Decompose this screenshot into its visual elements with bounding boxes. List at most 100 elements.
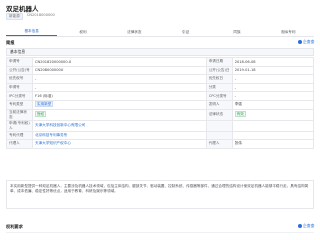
field-value-text: 李强 bbox=[234, 102, 242, 107]
field-label: 优先权日 bbox=[205, 74, 233, 84]
field-label: IPC分类号 bbox=[6, 91, 33, 101]
field-value: 实用新型 bbox=[32, 99, 207, 110]
field-label: 申请号 bbox=[6, 57, 33, 67]
field-label-text: 代理人 bbox=[9, 141, 20, 146]
table-row: 代理人 天津大学知识产权中心 代理人 张伟 bbox=[6, 139, 315, 149]
table-row: IPC分类号 F16 (标准) CPC分类号 - bbox=[6, 91, 315, 101]
field-value: - bbox=[32, 82, 207, 93]
field-label-text: 当前法律状态 bbox=[9, 109, 27, 119]
brand-logo-icon bbox=[298, 224, 302, 228]
subtitle-row: 新能源 CN2018000000 bbox=[6, 13, 55, 20]
field-value-text: - bbox=[234, 76, 236, 81]
field-value-text[interactable]: 北京科技专利事务所 bbox=[35, 133, 67, 137]
field-value-text: - bbox=[234, 85, 236, 90]
field-value: CN208000000U bbox=[32, 65, 207, 76]
field-value-text: - bbox=[35, 76, 37, 81]
field-value-text[interactable]: 天津大学科技创新中心有限公司 bbox=[35, 123, 85, 127]
section-title: 简报 bbox=[6, 40, 15, 45]
field-label-text: 法律状态 bbox=[208, 112, 224, 117]
field-label: 代理人 bbox=[205, 139, 233, 149]
field-value-text[interactable]: 天津大学知识产权中心 bbox=[35, 141, 71, 145]
field-value: 有效 bbox=[231, 108, 315, 121]
field-label-text: 申请号 bbox=[9, 59, 20, 64]
field-label-text: CPC分类号 bbox=[208, 93, 227, 98]
field-value-text: - bbox=[234, 94, 236, 99]
tab-bar: 基本信息 权利 法律状态 引证 同族 相似专利 bbox=[6, 28, 314, 37]
field-value: 天津大学科技创新中心有限公司 bbox=[32, 119, 207, 132]
field-label: 申请(专利权)人 bbox=[6, 119, 33, 132]
brand-label-2: 企查查 bbox=[303, 223, 315, 228]
patent-detail-page: 双足机器人 新能源 CN2018000000 基本信息 权利 法律状态 引证 同… bbox=[0, 0, 320, 240]
brand-link[interactable]: 企查查 bbox=[298, 39, 314, 45]
claims-section-title: 权利要求 bbox=[6, 224, 23, 229]
field-label-text: 申请号 bbox=[9, 85, 20, 90]
field-value-text: 2018-06-08 bbox=[234, 59, 256, 64]
divider bbox=[6, 232, 314, 233]
field-value: 授权 bbox=[32, 108, 207, 121]
field-label: 申请日期 bbox=[205, 57, 233, 67]
field-label: CPC分类号 bbox=[205, 91, 233, 101]
field-label: 代理人 bbox=[6, 139, 33, 149]
field-label-text: 专利类型 bbox=[9, 102, 24, 107]
category-badge: 新能源 bbox=[6, 13, 23, 20]
tab-claims[interactable]: 权利 bbox=[57, 28, 108, 36]
field-value: - bbox=[231, 91, 315, 101]
field-label-text: 发明人 bbox=[208, 102, 220, 107]
field-label-text: IPC分类号 bbox=[9, 93, 26, 98]
table-row: 申请号 - 分类 - bbox=[6, 82, 315, 93]
field-value-text: CN208000000U bbox=[35, 68, 64, 73]
field-label: 优先权号 bbox=[6, 74, 33, 84]
page-title: 双足机器人 bbox=[6, 5, 39, 13]
brand-logo-icon bbox=[298, 40, 302, 44]
field-value-text: 2019-01-18 bbox=[234, 68, 256, 73]
field-label-text: 公开(公告)日 bbox=[208, 67, 230, 72]
tab-similar[interactable]: 相似专利 bbox=[263, 28, 314, 36]
field-label-text: 优先权日 bbox=[208, 76, 224, 81]
field-label-text: 分类 bbox=[208, 85, 216, 90]
field-label: 申请号 bbox=[6, 82, 33, 93]
field-value: 天津大学知识产权中心 bbox=[32, 139, 207, 149]
tab-citations[interactable]: 引证 bbox=[160, 28, 211, 36]
field-label: 公开(公告)日 bbox=[205, 65, 233, 76]
field-value-text: 有效 bbox=[234, 111, 246, 118]
field-label bbox=[205, 119, 233, 132]
basic-info-header: 基本信息 bbox=[6, 48, 314, 56]
brand-label: 企查查 bbox=[303, 39, 315, 44]
field-label: 当前法律状态 bbox=[6, 108, 33, 121]
table-row: 优先权号 - 优先权日 - bbox=[6, 74, 315, 84]
field-value: 2019-01-18 bbox=[231, 65, 315, 76]
field-value-text: 实用新型 bbox=[35, 101, 54, 108]
table-row: 公开(公告)号 CN208000000U 公开(公告)日 2019-01-18 bbox=[6, 65, 315, 76]
field-value: 张伟 bbox=[231, 139, 315, 149]
table-row: 申请号 CN201820000000.X 申请日期 2018-06-08 bbox=[6, 57, 315, 67]
field-value-text: 张伟 bbox=[234, 141, 242, 146]
field-value: CN201820000000.X bbox=[32, 57, 207, 67]
field-value-text: - bbox=[35, 85, 37, 90]
tab-legal-status[interactable]: 法律状态 bbox=[109, 28, 160, 36]
field-value: - bbox=[32, 74, 207, 84]
field-value: 北京科技专利事务所 bbox=[32, 130, 207, 141]
field-label: 公开(公告)号 bbox=[6, 65, 33, 76]
table-row: 当前法律状态 授权 法律状态 有效 bbox=[6, 108, 315, 121]
tab-basic-info[interactable]: 基本信息 bbox=[6, 28, 58, 36]
table-row: 申请(专利权)人 天津大学科技创新中心有限公司 bbox=[6, 119, 315, 132]
field-label: 专利类型 bbox=[6, 99, 33, 110]
field-value-text: 授权 bbox=[35, 111, 47, 118]
field-value-text: F16 (标准) bbox=[35, 93, 53, 98]
field-value-text: CN201820000000.X bbox=[35, 59, 72, 64]
brand-link-2[interactable]: 企查查 bbox=[298, 223, 314, 229]
field-value: - bbox=[231, 74, 315, 84]
field-label-text: 申请(专利权)人 bbox=[9, 120, 30, 130]
field-value bbox=[231, 119, 315, 132]
table-row: 专利代理 北京科技专利事务所 bbox=[6, 130, 315, 141]
field-value: 2018-06-08 bbox=[231, 57, 315, 67]
field-label-text: 代理人 bbox=[208, 141, 220, 146]
field-value: F16 (标准) bbox=[32, 91, 207, 101]
field-label: 分类 bbox=[205, 82, 233, 93]
tab-family[interactable]: 同族 bbox=[211, 28, 262, 36]
field-label-text: 专利代理 bbox=[9, 132, 24, 137]
field-value: - bbox=[231, 82, 315, 93]
abstract-text: 本实用新型提供一种双足机器人，主要涉及机器人技术领域，包括主体结构、腿部关节、驱… bbox=[6, 180, 314, 209]
patent-code: CN2018000000 bbox=[26, 13, 55, 17]
field-label-text: 申请日期 bbox=[208, 59, 224, 64]
